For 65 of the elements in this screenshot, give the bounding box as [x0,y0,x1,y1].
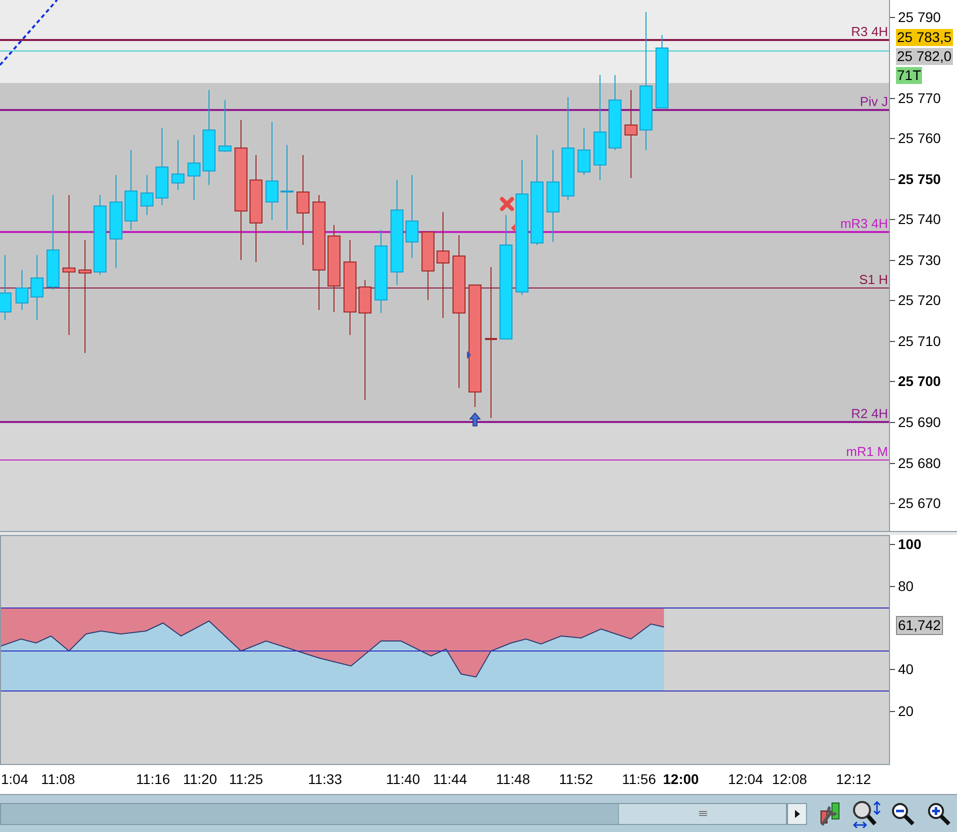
price-tick-label: 25 740 [898,211,941,227]
price-badge: 25 782,0 [896,48,952,65]
oscillator-tick-label: 40 [898,661,914,677]
sell-marker-icon [500,197,514,211]
candlestick [218,100,232,152]
candlestick [188,134,200,200]
time-tick-label: 11:20 [183,771,217,787]
price-tick-label: 25 690 [898,414,941,430]
time-tick-label: 12:04 [728,771,764,787]
oscillator-tick-label: 80 [898,578,914,594]
price-badge: 71T [896,67,922,84]
horizontal-scrollbar[interactable] [0,802,788,824]
candlestick [140,174,154,216]
time-tick-label: 11:44 [433,771,467,787]
candlestick [30,254,44,320]
time-tick-label: 11:25 [229,771,263,787]
time-tick-label: 11:40 [386,771,420,787]
time-tick-label: 11:08 [41,771,75,787]
candlestick [578,128,590,176]
buy-arrow-icon [469,412,481,426]
scroll-right-button[interactable] [787,802,808,824]
price-tick-label: 25 750 [898,171,941,187]
magnifier-arrows-icon [852,800,882,828]
price-tick-label: 25 720 [898,292,941,308]
level-label: Piv J [860,95,888,108]
time-tick-label: 11:52 [559,771,593,787]
triangle-marker-icon [467,351,471,359]
zoom-out-icon [891,802,916,826]
price-tick-label: 25 760 [898,130,941,146]
time-tick-label: 1:04 [1,771,28,787]
zoom-fit-button[interactable] [851,798,884,828]
time-tick-label: 11:48 [496,771,530,787]
price-tick-label: 25 670 [898,495,941,511]
price-badge: 25 783,5 [896,29,952,46]
zoom-in-icon [927,802,952,826]
wrench-candle-icon [818,800,842,826]
price-tick-label: 25 730 [898,252,941,268]
time-tick-label: 12:08 [772,771,808,787]
triangle-marker-icon [511,224,515,232]
oscillator-tick-label: 100 [898,536,922,552]
candlestick [16,270,28,310]
level-label: R2 4H [851,407,888,420]
time-tick-label: 11:16 [136,771,170,787]
price-tick-label: 25 770 [898,90,941,106]
price-tick-label: 25 710 [898,333,941,349]
time-tick-label: 11:33 [308,771,342,787]
time-tick-label: 12:12 [836,771,872,787]
level-label: mR3 4H [840,217,888,230]
trend-line [0,0,58,66]
grip-icon [698,811,707,816]
candlestick [172,140,184,190]
time-tick-label: 12:00 [663,771,699,787]
right-triangle-icon [794,810,800,818]
price-tick-label: 25 680 [898,455,941,471]
level-label: mR1 M [846,445,888,458]
candlestick [422,232,434,300]
oscillator-tick-label: 20 [898,703,914,719]
level-label: S1 H [859,273,888,286]
level-label: R3 4H [851,25,888,38]
scrollbar-thumb[interactable] [618,804,786,824]
price-tick-label: 25 700 [898,373,941,389]
time-tick-label: 11:56 [622,771,656,787]
candlestick [0,254,12,320]
price-tick-label: 25 790 [898,9,941,25]
oscillator-value-badge: 61,742 [896,616,943,635]
